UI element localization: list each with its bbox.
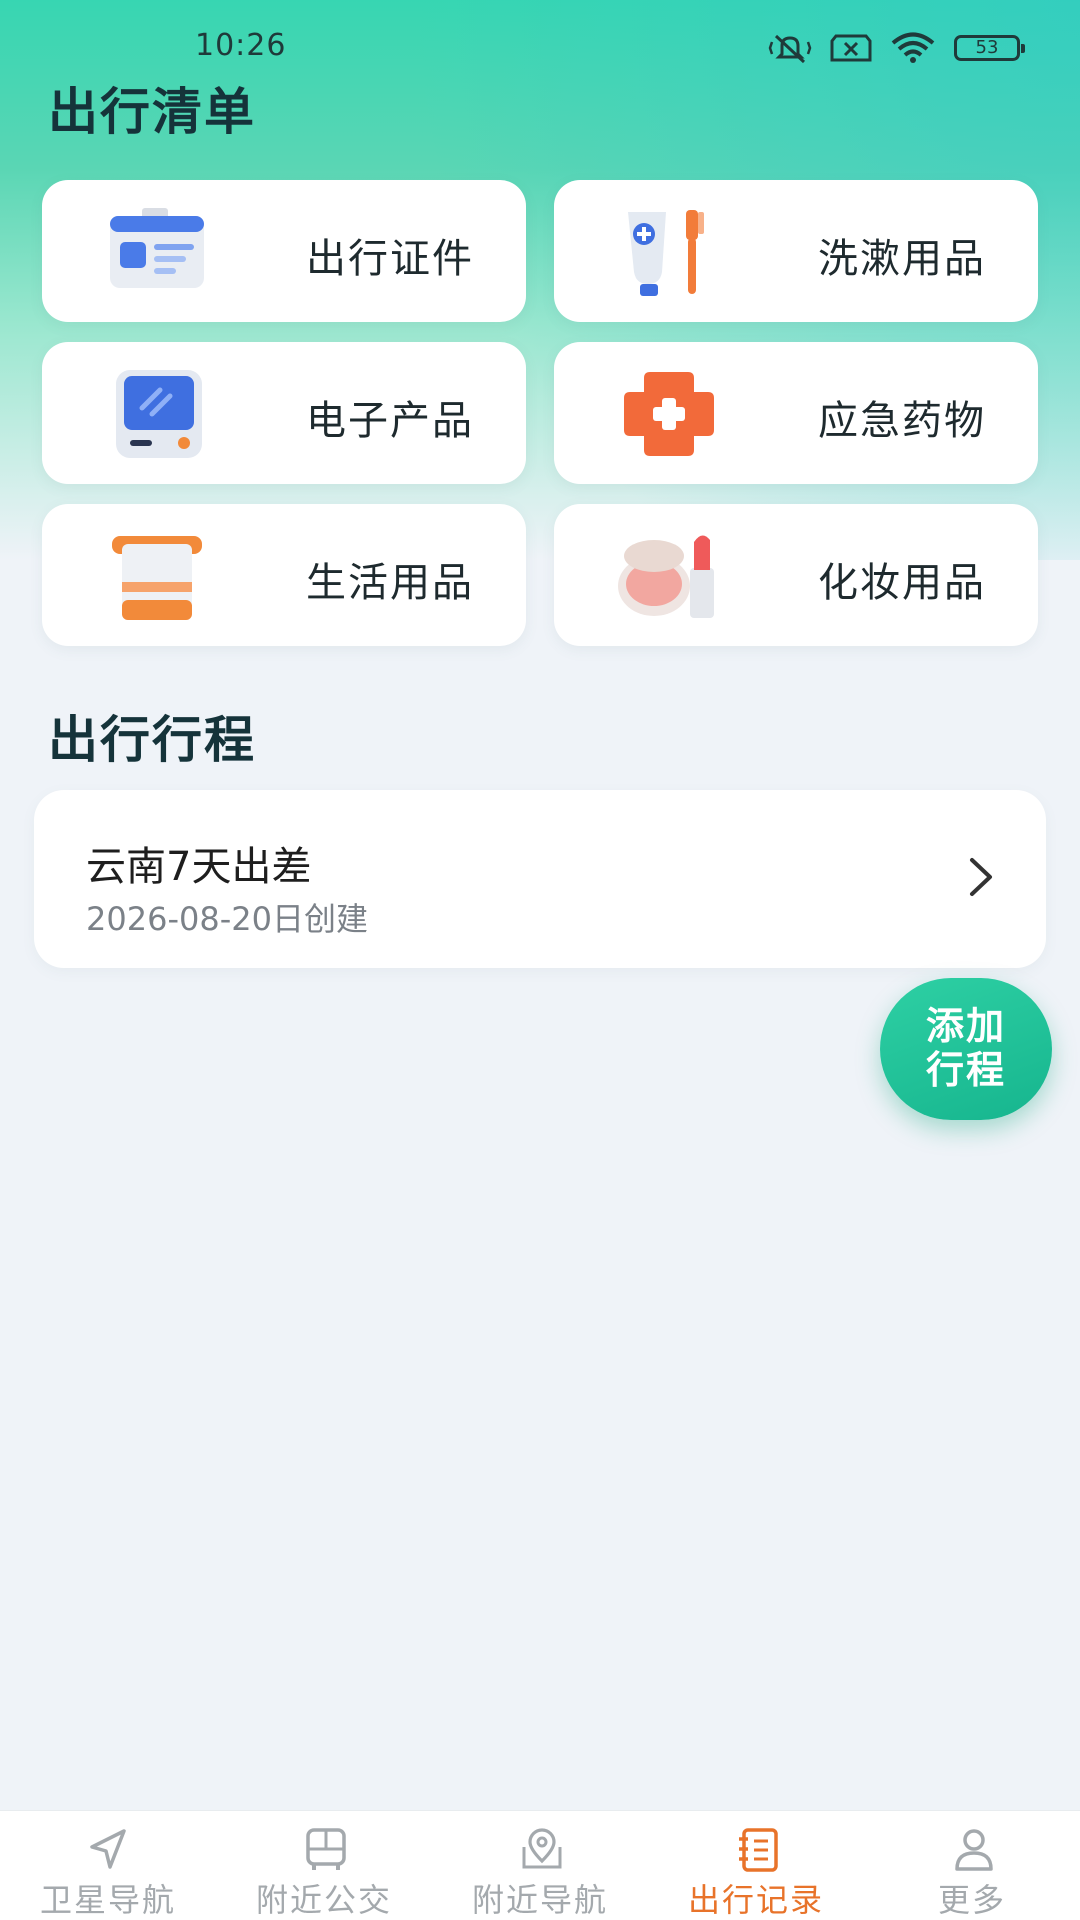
- trip-card[interactable]: 云南7天出差 2026-08-20日创建: [34, 790, 1046, 968]
- checklist-item-toiletries[interactable]: 洗漱用品: [554, 180, 1038, 322]
- no-sim-icon: [830, 34, 872, 62]
- tab-label: 附近公交: [255, 1881, 392, 1919]
- person-icon: [955, 1829, 993, 1871]
- trip-created-date: 2026-08-20日创建: [86, 900, 368, 938]
- battery-indicator: 53: [954, 35, 1025, 61]
- tablet-icon: [116, 370, 202, 458]
- map-pin-icon: [522, 1828, 562, 1869]
- cosmetics-icon: [618, 535, 714, 618]
- checklist-item-label: 应急药物: [818, 398, 986, 444]
- tab-label: 卫星导航: [39, 1881, 176, 1919]
- bottom-tab-bar: 卫星导航 附近公交 附近导航 出行记录 更多: [0, 1810, 1080, 1920]
- medical-cross-icon: [624, 372, 714, 456]
- tab-satellite-navigation[interactable]: 卫星导航: [0, 1811, 216, 1920]
- checklist-item-electronics[interactable]: 电子产品: [42, 342, 526, 484]
- tab-nearby-bus[interactable]: 附近公交: [216, 1811, 432, 1920]
- tab-label: 更多: [937, 1881, 1006, 1919]
- notebook-icon: [739, 1828, 778, 1872]
- checklist-item-documents[interactable]: 出行证件: [42, 180, 526, 322]
- id-card-icon: [110, 208, 204, 288]
- chevron-right-icon: [970, 858, 992, 896]
- toiletries-icon: [628, 210, 704, 296]
- checklist-item-label: 洗漱用品: [818, 236, 986, 282]
- checklist-item-label: 出行证件: [306, 236, 474, 282]
- bus-icon: [306, 1828, 346, 1870]
- navigation-arrow-icon: [90, 1829, 126, 1869]
- add-trip-label-line1: 添加: [925, 1004, 1006, 1048]
- tab-more[interactable]: 更多: [864, 1811, 1080, 1920]
- mute-vibrate-icon: [768, 34, 812, 64]
- tab-travel-records[interactable]: 出行记录: [648, 1811, 864, 1920]
- wifi-icon: [891, 32, 935, 63]
- checklist-item-cosmetics[interactable]: 化妆用品: [554, 504, 1038, 646]
- tab-label: 出行记录: [687, 1881, 824, 1919]
- checklist-item-medicine[interactable]: 应急药物: [554, 342, 1038, 484]
- add-trip-label-line2: 行程: [925, 1048, 1006, 1092]
- towel-icon: [112, 536, 202, 620]
- status-icons: 53: [768, 28, 1025, 68]
- checklist-item-label: 化妆用品: [818, 560, 986, 606]
- add-trip-button[interactable]: 添加 行程: [880, 978, 1052, 1120]
- checklist-item-label: 电子产品: [306, 398, 474, 444]
- checklist-item-label: 生活用品: [306, 560, 474, 606]
- itinerary-title: 出行行程: [48, 711, 256, 769]
- status-time: 10:26: [195, 28, 287, 63]
- tab-nearby-navigation[interactable]: 附近导航: [432, 1811, 648, 1920]
- checklist-title: 出行清单: [48, 83, 256, 141]
- tab-label: 附近导航: [471, 1881, 608, 1919]
- trip-name: 云南7天出差: [86, 844, 312, 890]
- checklist-item-daily[interactable]: 生活用品: [42, 504, 526, 646]
